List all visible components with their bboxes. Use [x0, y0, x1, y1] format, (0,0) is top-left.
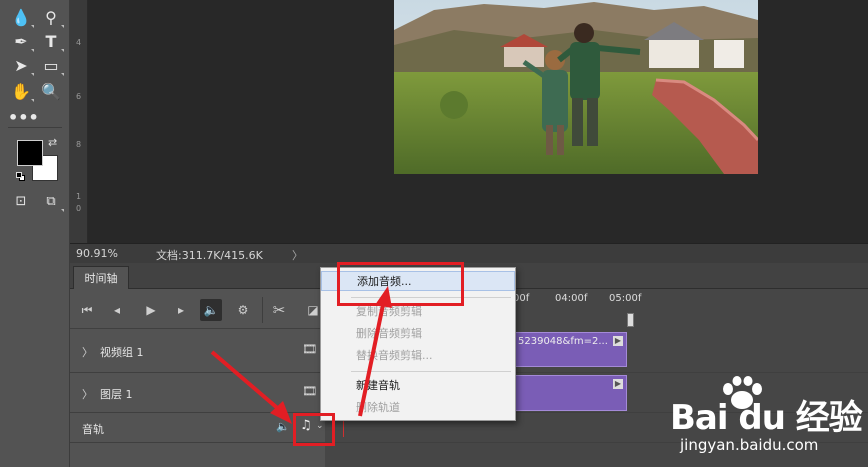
expand-chevron-icon[interactable]: 〉: [82, 386, 93, 402]
status-bar: 90.91% 文档:311.7K/415.6K 〉: [70, 243, 868, 263]
play-icon[interactable]: ▶: [140, 299, 162, 321]
video-clip[interactable]: 5239048&fm=2... ▶: [513, 332, 627, 367]
clip-options-icon[interactable]: ▶: [613, 379, 623, 389]
menu-item-delete-audio-clip[interactable]: 删除音频剪辑: [321, 324, 515, 344]
next-frame-icon[interactable]: ▸: [170, 299, 192, 321]
controls-divider: [262, 297, 263, 323]
photo-couple-on-lawn: [394, 0, 758, 174]
previous-frame-icon[interactable]: ◂: [106, 299, 128, 321]
default-colors-icon[interactable]: [16, 172, 26, 182]
split-scissors-icon[interactable]: ✂: [268, 299, 290, 321]
ruler-mark: 0: [76, 204, 82, 213]
track-label: 音轨: [82, 423, 104, 436]
expand-chevron-icon[interactable]: 〉: [82, 344, 93, 360]
foreground-color-swatch[interactable]: [17, 140, 43, 166]
audio-start-marker: [343, 419, 344, 437]
tools-panel: 💧 ⚲ ✒ T ➤ ▭ ✋ 🔍 ••• ⇄ ⊡ ⧉: [0, 0, 70, 467]
pen-tool-icon[interactable]: ✒: [8, 30, 34, 54]
path-select-icon[interactable]: ➤: [8, 54, 34, 78]
menu-separator: [351, 371, 511, 372]
document-size: 文档:311.7K/415.6K: [156, 249, 263, 262]
track-label: 图层 1: [100, 388, 133, 401]
watermark-logo: Bai du 经验: [670, 398, 863, 438]
ruler-mark: 8: [76, 140, 82, 149]
status-menu-arrow[interactable]: 〉: [292, 247, 303, 263]
document-canvas[interactable]: [88, 0, 868, 243]
type-tool-icon[interactable]: T: [38, 30, 64, 54]
playhead-handle[interactable]: [627, 313, 634, 327]
photoshop-window: 💧 ⚲ ✒ T ➤ ▭ ✋ 🔍 ••• ⇄ ⊡ ⧉ 4 6 8 1 0 90.9…: [0, 0, 868, 467]
settings-gear-icon[interactable]: ⚙: [232, 299, 254, 321]
go-to-first-frame-icon[interactable]: ⏮: [76, 299, 98, 321]
hand-tool-icon[interactable]: ✋: [8, 80, 34, 104]
ruler-mark: 4: [76, 38, 82, 47]
menu-item-replace-audio-clip[interactable]: 替换音频剪辑...: [321, 346, 515, 366]
screen-mode-icon[interactable]: ⧉: [38, 190, 64, 214]
swap-colors-icon[interactable]: ⇄: [48, 136, 57, 149]
zoom-level[interactable]: 90.91%: [76, 247, 118, 260]
annotation-box-audio-button: [293, 413, 335, 446]
dodge-icon[interactable]: ⚲: [38, 6, 64, 30]
film-strip-icon[interactable]: 🎞: [302, 384, 317, 398]
vertical-ruler: 4 6 8 1 0: [70, 0, 88, 243]
blur-drop-icon[interactable]: 💧: [8, 6, 34, 30]
time-mark: 05:00f: [609, 293, 642, 304]
ruler-mark: 6: [76, 92, 82, 101]
time-mark: 04:00f: [555, 293, 588, 304]
annotation-box-add-audio: [337, 262, 464, 306]
toolbar-divider: [8, 127, 62, 128]
film-strip-icon[interactable]: 🎞: [302, 342, 317, 356]
clip-name: 5239048&fm=2...: [518, 336, 608, 347]
menu-item-new-audio-track[interactable]: 新建音轨: [321, 376, 515, 396]
tab-timeline[interactable]: 时间轴: [73, 266, 129, 289]
ruler-mark: 1: [76, 192, 82, 201]
track-label: 视频组 1: [100, 346, 144, 359]
mute-speaker-icon[interactable]: 🔈: [276, 420, 290, 433]
menu-item-delete-track[interactable]: 删除轨道: [321, 398, 515, 418]
watermark-url: jingyan.baidu.com: [680, 436, 819, 454]
layer-clip[interactable]: ▶: [513, 375, 627, 411]
zoom-tool-icon[interactable]: 🔍: [38, 80, 64, 104]
audio-toggle-icon[interactable]: 🔈: [200, 299, 222, 321]
rectangle-tool-icon[interactable]: ▭: [38, 54, 64, 78]
quick-mask-icon[interactable]: ⊡: [8, 190, 34, 214]
clip-options-icon[interactable]: ▶: [613, 336, 623, 346]
baidu-jingyan-watermark: Bai du 经验 jingyan.baidu.com: [660, 370, 868, 467]
